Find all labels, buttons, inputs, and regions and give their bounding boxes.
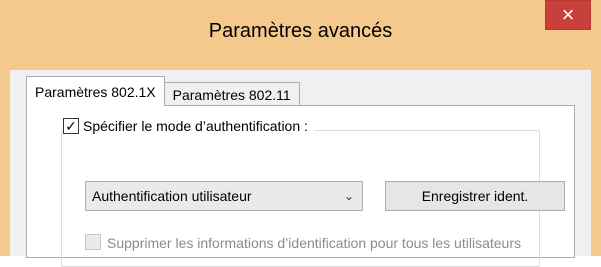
specify-auth-mode-checkbox[interactable]: ✓ — [63, 118, 79, 134]
delete-credentials-row[interactable]: Supprimer les informations d’identificat… — [85, 234, 545, 252]
specify-auth-mode-label: Spécifier le mode d’authentification : — [83, 118, 308, 134]
window-title: Paramètres avancés — [208, 20, 393, 42]
delete-credentials-label: Supprimer les informations d’identificat… — [107, 235, 521, 251]
delete-credentials-checkbox[interactable] — [85, 234, 101, 250]
checkmark-icon: ✓ — [65, 118, 77, 134]
close-button[interactable]: × — [545, 0, 591, 30]
advanced-settings-window: Paramètres avancés × Paramètres 802.1X P… — [0, 0, 601, 267]
close-icon: × — [561, 2, 575, 27]
title-bar: Paramètres avancés × — [0, 0, 601, 70]
tab-8021x-settings[interactable]: Paramètres 802.1X — [26, 76, 165, 106]
tab-label: Paramètres 802.1X — [35, 83, 156, 100]
tab-panel-8021x: ✓ Spécifier le mode d’authentification :… — [26, 105, 575, 267]
chevron-down-icon: ⌄ — [343, 189, 354, 203]
dialog-content: Paramètres 802.1X Paramètres 802.11 ✓ Sp… — [10, 70, 591, 267]
auth-mode-select[interactable]: Authentification utilisateur ⌄ — [85, 181, 363, 211]
specify-auth-mode-row[interactable]: ✓ Spécifier le mode d’authentification : — [63, 118, 314, 134]
tab-label: Paramètres 802.11 — [172, 86, 291, 103]
tab-strip: Paramètres 802.1X Paramètres 802.11 — [26, 76, 300, 106]
tab-80211-settings[interactable]: Paramètres 802.11 — [163, 82, 300, 106]
auth-mode-selected-value: Authentification utilisateur — [92, 188, 252, 204]
save-credentials-button[interactable]: Enregistrer ident. — [385, 181, 565, 211]
